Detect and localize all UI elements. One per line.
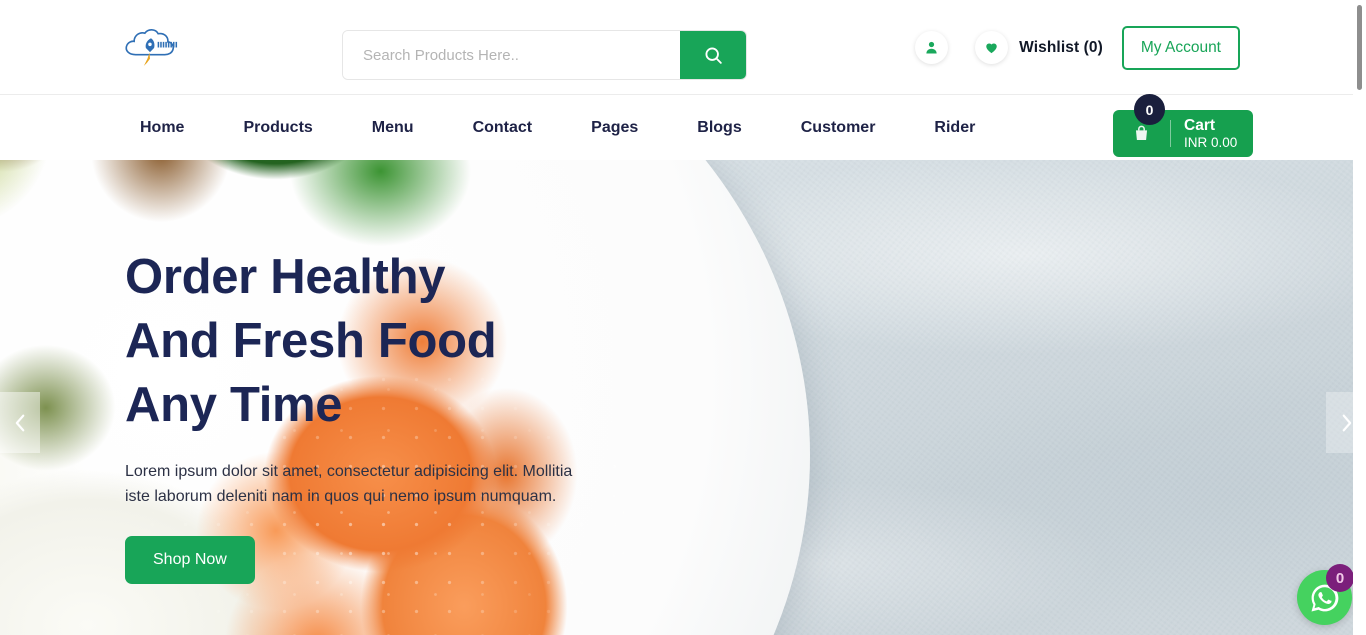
cart-icon-wrap	[1113, 120, 1171, 147]
cart-title: Cart	[1184, 116, 1216, 134]
chevron-right-icon	[1342, 414, 1351, 431]
header-actions: Wishlist (0) My Account	[915, 0, 1240, 95]
cart-text: Cart INR 0.00	[1171, 117, 1237, 150]
nav-item-contact[interactable]: Contact	[473, 119, 533, 137]
cloud-rocket-logo-icon	[125, 28, 178, 66]
cart-widget[interactable]: 0 Cart INR 0.00	[1113, 94, 1253, 157]
wishlist-icon-button[interactable]	[975, 31, 1009, 64]
my-account-button[interactable]: My Account	[1121, 25, 1240, 70]
hero-title-line-1: Order Healthy	[125, 250, 446, 304]
site-logo[interactable]	[120, 24, 182, 72]
page-scrollbar-track[interactable]	[1353, 0, 1366, 635]
search-box	[343, 31, 746, 79]
nav-item-blogs[interactable]: Blogs	[697, 119, 741, 137]
search-icon	[704, 46, 722, 64]
wishlist-label: Wishlist (0)	[1019, 38, 1103, 56]
nav-item-home[interactable]: Home	[140, 119, 184, 137]
hero-title: Order Healthy And Fresh Food Any Time	[125, 245, 645, 438]
shop-now-button[interactable]: Shop Now	[125, 536, 255, 585]
shopping-bag-icon	[1135, 125, 1148, 140]
hero-title-line-3: Any Time	[125, 378, 343, 433]
hero-paragraph: Lorem ipsum dolor sit amet, consectetur …	[125, 462, 573, 506]
nav-item-rider[interactable]: Rider	[934, 119, 975, 137]
heart-icon	[986, 43, 997, 54]
cart-price: INR 0.00	[1184, 134, 1238, 150]
nav-item-customer[interactable]: Customer	[801, 119, 876, 137]
hero-title-line-2: And Fresh Food	[125, 314, 497, 369]
nav-item-products[interactable]: Products	[243, 119, 312, 137]
top-header: Wishlist (0) My Account	[0, 0, 1353, 95]
hero-content: Order Healthy And Fresh Food Any Time Lo…	[125, 245, 645, 585]
carousel-prev-button[interactable]	[0, 392, 40, 453]
user-icon	[926, 41, 937, 54]
whatsapp-badge: 0	[1326, 564, 1354, 592]
nav-item-pages[interactable]: Pages	[591, 119, 638, 137]
cart-count-badge: 0	[1134, 94, 1165, 125]
nav-list: Home Products Menu Contact Pages Blogs C…	[140, 95, 975, 160]
hero-carousel: Order Healthy And Fresh Food Any Time Lo…	[0, 160, 1366, 635]
whatsapp-float-button[interactable]: 0	[1297, 564, 1354, 625]
page-scrollbar-thumb[interactable]	[1357, 5, 1362, 90]
nav-item-menu[interactable]: Menu	[372, 119, 414, 137]
page-root: Wishlist (0) My Account Home Products Me…	[0, 0, 1366, 635]
search-button[interactable]	[680, 31, 746, 79]
wishlist-group[interactable]: Wishlist (0)	[975, 31, 1103, 64]
chevron-left-icon	[15, 414, 24, 431]
search-input[interactable]	[343, 31, 680, 79]
account-icon-button[interactable]	[915, 31, 949, 64]
